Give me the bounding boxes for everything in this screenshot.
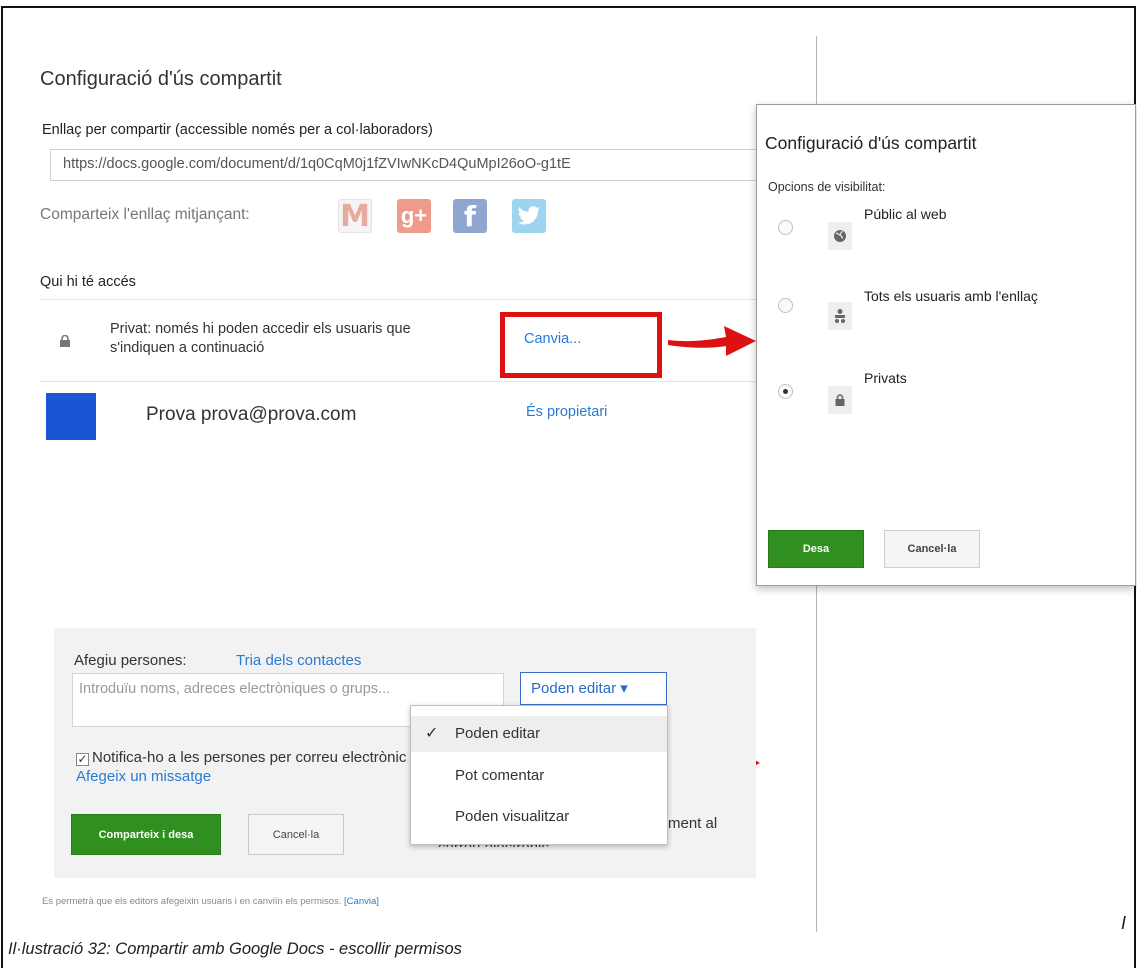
privacy-description: Privat: només hi poden accedir els usuar… bbox=[110, 321, 411, 356]
separator bbox=[40, 299, 756, 300]
visibility-dialog bbox=[756, 104, 1136, 586]
twitter-icon[interactable] bbox=[512, 199, 546, 233]
owner-name: Prova prova@prova.com bbox=[146, 404, 357, 425]
page-title: Configuració d'ús compartit bbox=[40, 68, 282, 90]
dialog-cancel-button[interactable]: Cancel·la bbox=[884, 530, 980, 568]
access-heading: Qui hi té accés bbox=[40, 274, 136, 290]
lock-icon bbox=[58, 334, 72, 347]
radio-private[interactable] bbox=[778, 384, 793, 399]
figure-caption: Il·lustració 32: Compartir amb Google Do… bbox=[8, 940, 462, 958]
radio-public-web[interactable] bbox=[778, 220, 793, 235]
gmail-icon[interactable]: M bbox=[338, 199, 372, 234]
visibility-options-label: Opcions de visibilitat: bbox=[768, 180, 886, 194]
globe-icon bbox=[828, 222, 852, 250]
dialog-title: Configuració d'ús compartit bbox=[765, 133, 977, 153]
pick-contacts-link[interactable]: Tria dels contactes bbox=[236, 652, 361, 669]
menu-item-poden-visualitzar[interactable]: Poden visualitzar bbox=[411, 799, 667, 835]
add-message-link[interactable]: Afegeix un missatge bbox=[76, 768, 211, 785]
footnote-text: Es permetrà que els editors afegeixin us… bbox=[42, 896, 342, 907]
option-label-public: Públic al web bbox=[864, 206, 947, 222]
avatar bbox=[46, 393, 96, 440]
highlight-box bbox=[500, 312, 662, 378]
people-icon bbox=[828, 302, 852, 330]
facebook-icon[interactable]: f bbox=[453, 199, 487, 233]
red-arrow-icon bbox=[668, 326, 756, 356]
checkmark-icon: ✓ bbox=[425, 725, 439, 742]
save-button[interactable]: Desa bbox=[768, 530, 864, 568]
menu-item-label: Poden visualitzar bbox=[455, 808, 570, 825]
permission-menu: ✓ Poden editar Pot comentar Poden visuali… bbox=[410, 705, 668, 845]
notify-option[interactable]: ✓ Notifica-ho a les persones per correu e… bbox=[76, 748, 416, 786]
notify-checkbox[interactable]: ✓ bbox=[76, 753, 89, 766]
menu-item-label: Pot comentar bbox=[455, 767, 545, 784]
option-label-private: Privats bbox=[864, 370, 907, 386]
share-link-label: Enllaç per compartir (accessible només p… bbox=[42, 122, 433, 138]
obscured-text: ment al bbox=[668, 815, 718, 832]
notify-text: Notifica-ho a les persones per correu el… bbox=[92, 749, 416, 766]
editor-footnote: Es permetrà que els editors afegeixin us… bbox=[42, 896, 379, 907]
share-via-label: Comparteix l'enllaç mitjançant: bbox=[40, 206, 250, 223]
menu-item-label: Poden editar bbox=[455, 725, 541, 742]
lock-icon bbox=[828, 386, 852, 414]
cancel-button[interactable]: Cancel·la bbox=[248, 814, 344, 855]
google-plus-icon[interactable]: g+ bbox=[397, 199, 431, 233]
option-label-anyone: Tots els usuaris amb l'enllaç bbox=[864, 288, 1038, 304]
menu-item-poden-editar[interactable]: ✓ Poden editar bbox=[411, 716, 667, 752]
footnote-change-link[interactable]: [Canvia] bbox=[344, 896, 379, 907]
menu-item-pot-comentar[interactable]: Pot comentar bbox=[411, 758, 667, 794]
stray-character: I bbox=[1121, 913, 1127, 933]
permission-dropdown-button[interactable]: Poden editar ▾ bbox=[520, 672, 667, 705]
add-people-label: Afegiu persones: bbox=[74, 652, 187, 669]
share-link-field[interactable]: https://docs.google.com/document/d/1q0Cq… bbox=[50, 149, 762, 181]
separator bbox=[40, 381, 756, 382]
share-and-save-button[interactable]: Comparteix i desa bbox=[71, 814, 221, 855]
radio-anyone-with-link[interactable] bbox=[778, 298, 793, 313]
owner-role: És propietari bbox=[526, 404, 608, 420]
